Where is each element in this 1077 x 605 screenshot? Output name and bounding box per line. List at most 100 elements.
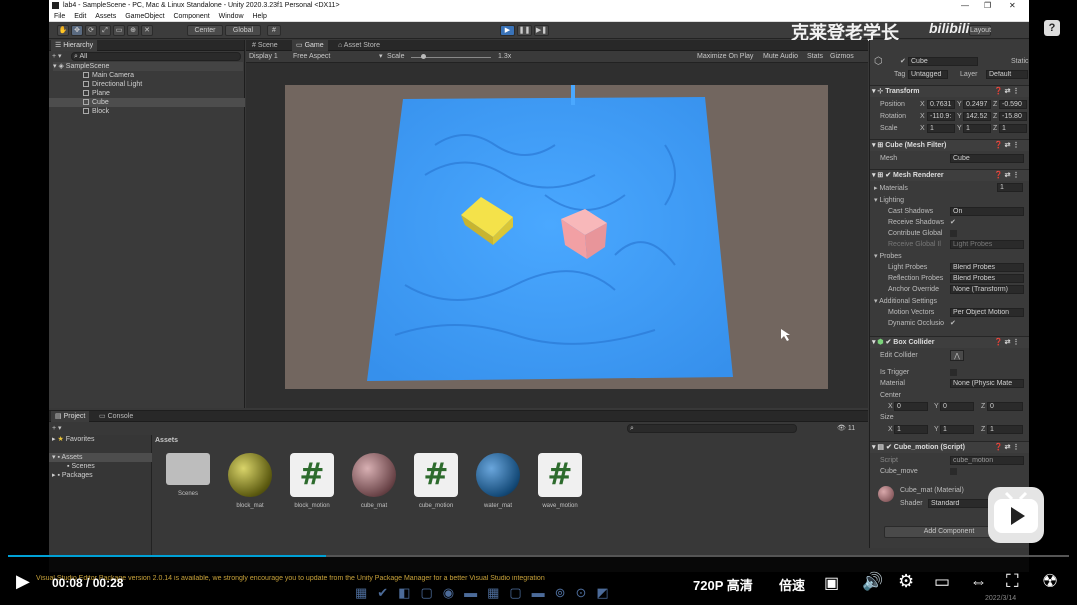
mesh-field[interactable]: Cube [950, 154, 1024, 163]
play-button[interactable]: ▶ [500, 25, 515, 36]
tab-asset-store[interactable]: ⌂ Asset Store [334, 40, 384, 51]
space-toggle[interactable]: Global [225, 25, 261, 36]
radiation-icon[interactable]: ☢ [1042, 571, 1058, 592]
project-add-button[interactable]: + ▾ [52, 424, 62, 432]
object-name-field[interactable]: Cube [908, 57, 978, 66]
tab-console[interactable]: ▭ Console [95, 411, 137, 422]
anchor-override-field[interactable]: None (Transform) [950, 285, 1024, 294]
menu-gameobject[interactable]: GameObject [125, 13, 164, 20]
additional-settings-foldout[interactable]: ▾ Additional Settings [874, 296, 937, 307]
tab-project[interactable]: ▤ Project [51, 411, 90, 422]
mute-audio-toggle[interactable]: Mute Audio [763, 53, 798, 60]
rotation-z-field[interactable]: -15.80 [999, 112, 1027, 121]
hierarchy-add-button[interactable]: + ▾ [52, 52, 62, 60]
rotation-y-field[interactable]: 142.52 [963, 112, 991, 121]
contribute-gi-checkbox[interactable] [950, 230, 957, 237]
tab-hierarchy[interactable]: ☰ Hierarchy [51, 40, 98, 51]
center-y-field[interactable]: 0 [940, 402, 974, 411]
speed-button[interactable]: 倍速 [779, 575, 805, 594]
dynamic-occlusion-checkbox[interactable]: ✔ [950, 318, 956, 329]
gizmos-dropdown[interactable]: Gizmos [830, 53, 854, 60]
size-z-field[interactable]: 1 [987, 425, 1023, 434]
scale-slider-handle[interactable] [421, 54, 426, 59]
cube-move-checkbox[interactable] [950, 468, 957, 475]
edit-collider-button[interactable]: ⋀ [950, 350, 964, 361]
pivot-toggle[interactable]: Center [187, 25, 223, 36]
position-x-field[interactable]: 0.7631 [927, 100, 955, 109]
hidden-packages-count[interactable]: 👁 11 [837, 424, 855, 432]
picture-in-picture-icon[interactable]: ▭ [934, 572, 950, 592]
menu-help[interactable]: Help [252, 13, 266, 20]
asset-water-mat[interactable]: water_mat [472, 453, 524, 509]
hierarchy-item-main-camera[interactable]: Main Camera [83, 71, 134, 80]
scale-z-field[interactable]: 1 [999, 124, 1027, 133]
receive-shadows-checkbox[interactable]: ✔ [950, 217, 956, 228]
hierarchy-item-block[interactable]: Block [83, 107, 109, 116]
materials-count-field[interactable]: 1 [997, 183, 1023, 192]
menu-window[interactable]: Window [219, 13, 244, 20]
scenes-folder[interactable]: ▪ Scenes [67, 462, 95, 471]
position-y-field[interactable]: 0.2497 [963, 100, 991, 109]
tag-dropdown[interactable]: Untagged [908, 70, 948, 79]
rotation-x-field[interactable]: -110.9: [927, 112, 955, 121]
script-header[interactable]: ▾ ▤ ✔ Cube_motion (Script) ❓ ⇄ ⋮ [870, 441, 1029, 453]
hierarchy-item-plane[interactable]: Plane [83, 89, 110, 98]
widescreen-icon[interactable]: ⇔ [970, 572, 987, 592]
stats-toggle[interactable]: Stats [807, 53, 823, 60]
materials-foldout[interactable]: ▸ Materials [874, 183, 908, 194]
asset-wave-motion[interactable]: # wave_motion [534, 453, 586, 509]
play-icon[interactable]: ▶ [16, 571, 30, 592]
material-title[interactable]: Cube_mat (Material) [900, 485, 964, 496]
favorites-folder[interactable]: ▸ ★ Favorites [52, 435, 95, 444]
is-trigger-checkbox[interactable] [950, 369, 957, 376]
center-z-field[interactable]: 0 [987, 402, 1023, 411]
minimize-button[interactable]: — [961, 0, 969, 11]
scale-y-field[interactable]: 1 [963, 124, 991, 133]
volume-icon[interactable]: 🔊 [862, 572, 883, 592]
reflection-probes-dropdown[interactable]: Blend Probes [950, 274, 1024, 283]
step-button[interactable]: ▶❚ [534, 25, 549, 36]
asset-block-mat[interactable]: block_mat [224, 453, 276, 509]
transform-header[interactable]: ▾ ⊹ Transform ❓ ⇄ ⋮ [870, 85, 1029, 97]
close-button[interactable]: ✕ [1009, 0, 1016, 11]
danmaku-toggle-icon[interactable]: ▣ [824, 573, 839, 593]
settings-gear-icon[interactable]: ⚙ [898, 571, 914, 592]
game-render[interactable] [285, 77, 828, 389]
hierarchy-item-directional-light[interactable]: Directional Light [83, 80, 142, 89]
tab-scene[interactable]: # Scene [248, 40, 282, 51]
quality-button[interactable]: 720P 高清 [693, 575, 753, 594]
snap-grid-icon[interactable]: # [267, 25, 281, 36]
probes-foldout[interactable]: ▾ Probes [874, 251, 902, 262]
asset-cube-motion[interactable]: # cube_motion [410, 453, 462, 509]
packages-folder[interactable]: ▸ ▪ Packages [52, 471, 93, 480]
position-z-field[interactable]: -0.590 [999, 100, 1027, 109]
scale-x-field[interactable]: 1 [927, 124, 955, 133]
mesh-renderer-header[interactable]: ▾ ⊞ ✔ Mesh Renderer ❓ ⇄ ⋮ [870, 169, 1029, 181]
menu-assets[interactable]: Assets [95, 13, 116, 20]
tab-game[interactable]: ▭ Game [292, 40, 328, 51]
menu-edit[interactable]: Edit [74, 13, 86, 20]
help-icon[interactable]: ? [1044, 20, 1060, 36]
scene-row[interactable]: ▾ ◈ SampleScene [53, 62, 243, 71]
center-x-field[interactable]: 0 [894, 402, 928, 411]
display-dropdown[interactable]: Display 1 [249, 53, 278, 60]
layout-dropdown[interactable]: Layout [969, 25, 991, 36]
hierarchy-search-input[interactable]: ⌕ All [71, 52, 241, 61]
receive-gi-dropdown[interactable]: Light Probes [950, 240, 1024, 249]
asset-cube-mat[interactable]: cube_mat [348, 453, 400, 509]
mesh-filter-header[interactable]: ▾ ⊞ Cube (Mesh Filter) ❓ ⇄ ⋮ [870, 139, 1029, 151]
maximize-button[interactable]: ❐ [984, 0, 991, 11]
aspect-dropdown[interactable]: Free Aspect [293, 53, 330, 60]
collider-material-field[interactable]: None (Physic Mate [950, 379, 1024, 388]
asset-block-motion[interactable]: # block_motion [286, 453, 338, 509]
project-search-input[interactable]: ⌕ [627, 424, 797, 433]
size-x-field[interactable]: 1 [894, 425, 928, 434]
hand-tool-icon[interactable]: ✋ [57, 25, 69, 36]
menu-file[interactable]: File [54, 13, 65, 20]
layer-dropdown[interactable]: Default [986, 70, 1028, 79]
move-tool-icon[interactable]: ✥ [71, 25, 83, 36]
rotate-tool-icon[interactable]: ⟳ [85, 25, 97, 36]
scale-tool-icon[interactable]: ⤢ [99, 25, 111, 36]
active-checkbox[interactable]: ✔ [900, 56, 906, 67]
box-collider-header[interactable]: ▾ ⬢ ✔ Box Collider ❓ ⇄ ⋮ [870, 336, 1029, 348]
